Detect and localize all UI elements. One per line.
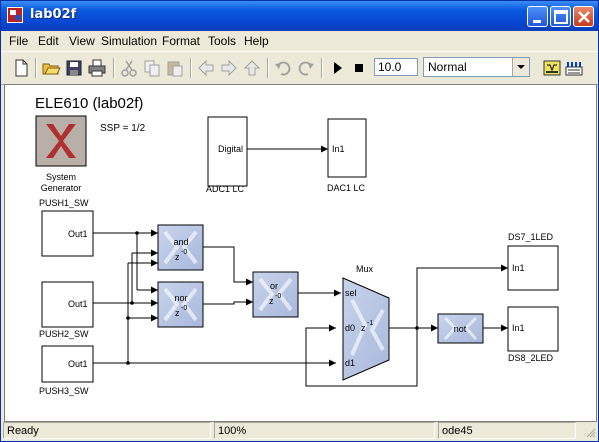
wires-inputs [93, 229, 336, 367]
push1-label: PUSH1_SW [39, 198, 89, 208]
sysgen-label-line1: System [46, 172, 76, 182]
menu-simulation[interactable]: Simulation [101, 34, 157, 48]
and-gate-block[interactable] [157, 224, 204, 271]
status-zoom: 100% [214, 422, 435, 439]
nor-gate-delay-exp: -0 [181, 305, 187, 312]
and-gate-label: and [173, 237, 188, 247]
push2-label: PUSH2_SW [39, 329, 89, 339]
menu-help[interactable]: Help [244, 34, 269, 48]
mux-delay-z: z [361, 323, 366, 333]
mux-port-d0: d0 [345, 323, 355, 333]
nor-gate-delay-z: z [175, 308, 180, 318]
diagram-title: ELE610 (lab02f) [35, 95, 143, 112]
mux-port-d1: d1 [345, 358, 355, 368]
status-state: Ready [3, 422, 211, 439]
maximize-button[interactable] [550, 6, 571, 27]
simulink-window: lab02f File Edit View Simulation Format … [0, 0, 599, 442]
system-generator-block[interactable] [35, 115, 87, 167]
stop-simulation-icon[interactable] [349, 58, 369, 78]
toolbar-separator [190, 58, 192, 78]
library-browser-icon[interactable] [542, 58, 562, 78]
or-gate-delay-exp: -0 [275, 293, 281, 300]
window-title: lab02f [30, 7, 77, 22]
and-gate-delay-exp: -0 [181, 249, 187, 256]
redo-icon[interactable] [296, 58, 316, 78]
ds8-label: DS8_2LED [508, 353, 554, 363]
ds7-port-in1: In1 [512, 263, 525, 273]
ds8-port-in1: In1 [512, 323, 525, 333]
simulink-model-icon [7, 7, 23, 23]
not-gate-label: not [454, 324, 467, 334]
or-gate-label: or [270, 281, 278, 291]
stop-time-input[interactable]: 10.0 [374, 58, 418, 76]
maximize-icon [554, 10, 568, 24]
toolbar-separator [113, 58, 115, 78]
model-canvas[interactable]: ELE610 (lab02f) SSP = 1/2 System Generat… [4, 84, 597, 422]
adc1-port-digital: Digital [218, 144, 243, 154]
open-folder-icon[interactable] [41, 58, 61, 78]
menu-bar: File Edit View Simulation Format Tools H… [1, 31, 598, 50]
close-icon [578, 11, 590, 23]
dac1-port-in1: In1 [332, 144, 345, 154]
menu-view[interactable]: View [69, 34, 95, 48]
cut-icon[interactable] [119, 58, 139, 78]
status-bar: Ready 100% ode45 [1, 422, 598, 441]
ssp-label: SSP = 1/2 [100, 123, 146, 134]
simulation-mode-select[interactable]: Normal [423, 57, 530, 77]
forward-arrow-icon[interactable] [219, 58, 239, 78]
menu-file[interactable]: File [9, 34, 28, 48]
push2-port-out1: Out1 [68, 299, 88, 309]
push3-label: PUSH3_SW [39, 386, 89, 396]
resize-grip-icon[interactable] [584, 426, 596, 438]
chevron-down-icon [517, 65, 525, 69]
menu-tools[interactable]: Tools [208, 34, 236, 48]
toolbar-separator [321, 58, 323, 78]
dac1-label: DAC1 LC [327, 183, 366, 193]
minimize-button[interactable] [527, 6, 548, 27]
block-diagram: ELE610 (lab02f) SSP = 1/2 System Generat… [35, 95, 559, 396]
print-icon[interactable] [87, 58, 107, 78]
and-gate-delay-z: z [175, 252, 180, 262]
save-icon[interactable] [64, 58, 84, 78]
dropdown-arrow[interactable] [512, 58, 529, 76]
mux-label: Mux [356, 264, 374, 274]
new-model-icon[interactable] [11, 58, 31, 78]
adc1-label: ADC1 LC [206, 184, 245, 194]
up-arrow-icon[interactable] [242, 58, 262, 78]
menu-edit[interactable]: Edit [38, 34, 59, 48]
toolbar: 10.0 Normal [1, 51, 598, 85]
paste-icon[interactable] [165, 58, 185, 78]
mux-port-sel: sel [345, 288, 357, 298]
copy-icon[interactable] [142, 58, 162, 78]
toolbar-separator [267, 58, 269, 78]
nor-gate-label: nor [174, 293, 187, 303]
push1-port-out1: Out1 [68, 229, 88, 239]
ds7-label: DS7_1LED [508, 232, 554, 242]
minimize-icon [533, 20, 541, 23]
toolbar-separator [35, 58, 37, 78]
mux-delay-exp: -1 [367, 320, 373, 327]
status-solver: ode45 [438, 422, 576, 439]
or-gate-delay-z: z [269, 296, 274, 306]
model-explorer-icon[interactable] [564, 58, 584, 78]
title-bar[interactable]: lab02f [1, 1, 598, 31]
start-simulation-icon[interactable] [327, 58, 347, 78]
simulation-mode-value: Normal [428, 60, 467, 74]
sysgen-label-line2: Generator [41, 183, 82, 193]
undo-icon[interactable] [273, 58, 293, 78]
menu-format[interactable]: Format [162, 34, 200, 48]
push3-port-out1: Out1 [68, 359, 88, 369]
back-arrow-icon[interactable] [196, 58, 216, 78]
close-button[interactable] [573, 6, 594, 27]
